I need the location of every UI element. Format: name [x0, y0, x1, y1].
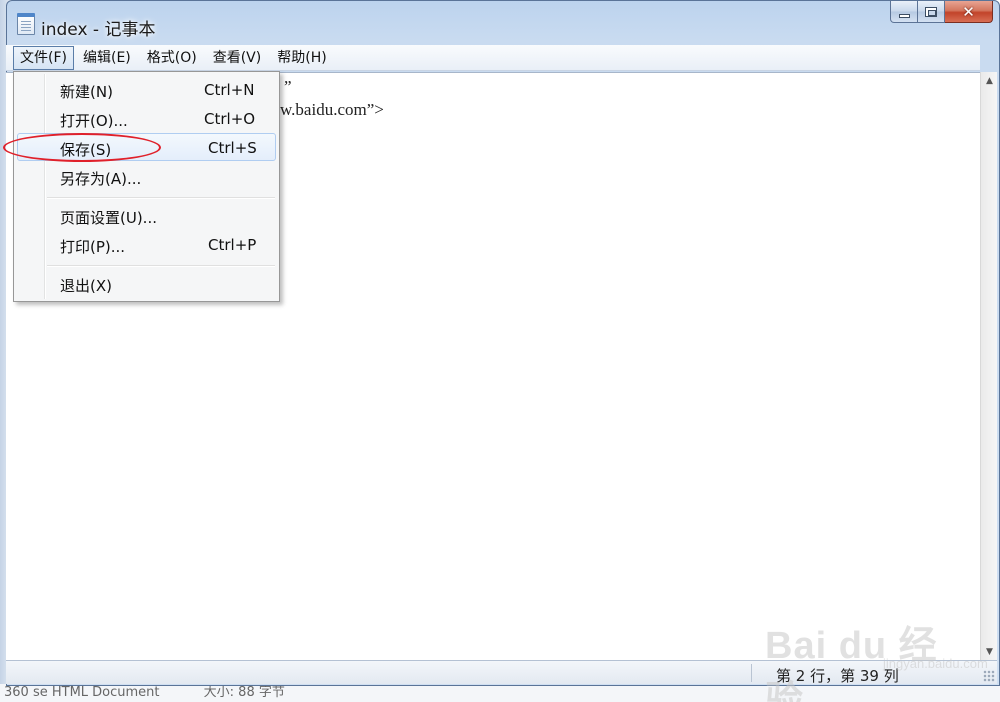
- background-file-type: 360 se HTML Document: [4, 685, 160, 700]
- menu-item-print-label: 打印(P)...: [60, 238, 126, 256]
- minimize-icon: [898, 13, 910, 18]
- menu-item-save-shortcut: Ctrl+S: [208, 139, 257, 157]
- resize-grip-icon[interactable]: [983, 670, 995, 682]
- menu-item-open-shortcut: Ctrl+O: [204, 110, 256, 128]
- save-highlight-annotation: [3, 133, 161, 162]
- close-button[interactable]: ✕: [945, 1, 993, 23]
- menu-item-exit[interactable]: 退出(X): [17, 269, 276, 297]
- menu-help[interactable]: 帮助(H): [270, 46, 333, 70]
- editor-text-line-2: w.baidu.com”>: [280, 100, 384, 119]
- menu-item-exit-label: 退出(X): [60, 277, 112, 295]
- baidu-jingyan-watermark: Bai du 经验 jingyan.baidu.com: [765, 600, 988, 702]
- menu-edit[interactable]: 编辑(E): [76, 46, 138, 70]
- menu-item-save-as-label: 另存为(A)...: [60, 170, 142, 188]
- window-title: index - 记事本: [41, 20, 156, 40]
- menu-item-page-setup[interactable]: 页面设置(U)...: [17, 201, 276, 229]
- menu-item-print-shortcut: Ctrl+P: [208, 236, 257, 254]
- vertical-scrollbar[interactable]: ▲ ▼: [980, 72, 997, 660]
- status-separator: [751, 664, 752, 682]
- watermark-domain: jingyan.baidu.com: [883, 656, 988, 671]
- menu-item-save-as[interactable]: 另存为(A)...: [17, 162, 276, 190]
- menu-view[interactable]: 查看(V): [206, 46, 269, 70]
- menu-bar: 文件(F) 编辑(E) 格式(O) 查看(V) 帮助(H): [6, 45, 980, 71]
- editor-text-line-1: ”: [284, 77, 292, 96]
- maximize-button[interactable]: [918, 1, 945, 23]
- scroll-up-arrow-icon[interactable]: ▲: [981, 72, 998, 89]
- restore-icon: [925, 6, 937, 17]
- background-file-size: 大小: 88 字节: [203, 685, 285, 700]
- menu-separator: [47, 197, 275, 198]
- menu-separator: [47, 265, 275, 266]
- menu-item-print[interactable]: 打印(P)... Ctrl+P: [17, 230, 276, 258]
- menu-item-new-shortcut: Ctrl+N: [204, 81, 255, 99]
- menu-item-open[interactable]: 打开(O)... Ctrl+O: [17, 104, 276, 132]
- menu-file[interactable]: 文件(F): [13, 45, 74, 70]
- menu-item-new[interactable]: 新建(N) Ctrl+N: [17, 75, 276, 103]
- menu-item-open-label: 打开(O)...: [60, 112, 128, 130]
- menu-item-new-label: 新建(N): [60, 83, 113, 101]
- menu-item-page-setup-label: 页面设置(U)...: [60, 209, 157, 227]
- notepad-icon[interactable]: [17, 13, 35, 35]
- menu-format[interactable]: 格式(O): [140, 46, 204, 70]
- title-bar[interactable]: index - 记事本 ✕: [7, 1, 999, 45]
- close-icon: ✕: [962, 2, 975, 21]
- minimize-button[interactable]: [890, 1, 918, 23]
- file-menu-dropdown: 新建(N) Ctrl+N 打开(O)... Ctrl+O 保存(S) Ctrl+…: [13, 71, 280, 302]
- caption-buttons: ✕: [890, 1, 993, 23]
